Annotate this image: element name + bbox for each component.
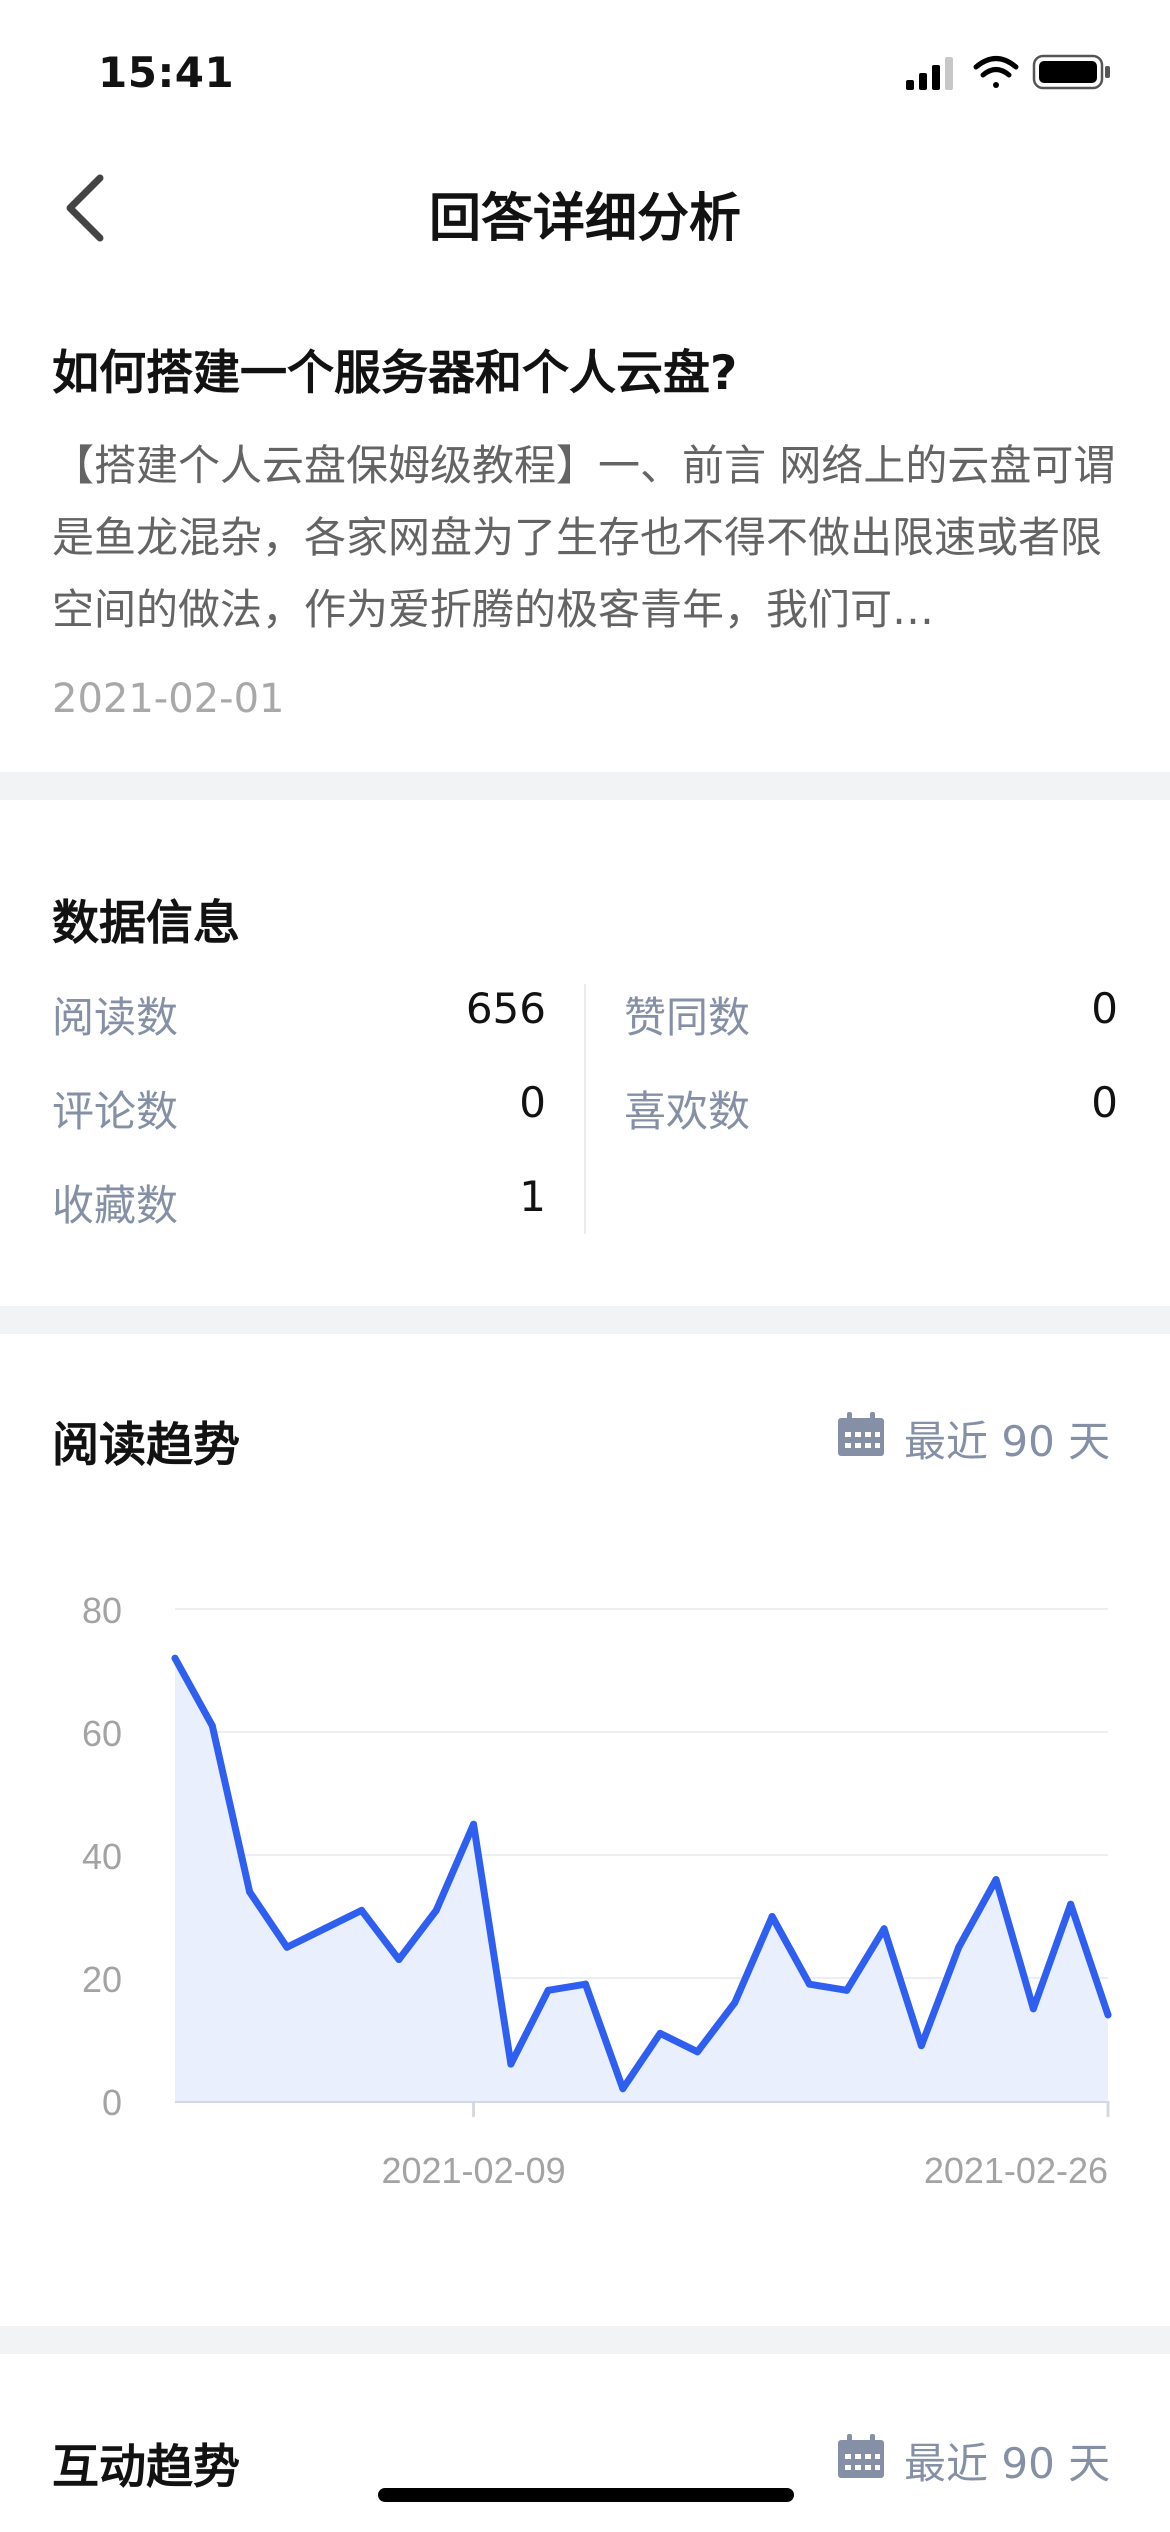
data-point [619,2085,627,2093]
data-point [395,1956,403,1964]
y-tick-label: 0 [102,2082,122,2123]
signal-icon [906,57,953,90]
data-point [656,2029,664,2037]
data-point [1067,1900,1075,1908]
read-trend-title: 阅读趋势 [52,1418,240,1473]
read-trend-card: 阅读趋势 最近 90 天 0 20 40 60 80 2021-02-09 2021-02-… [0,1334,1170,2326]
y-tick-label: 80 [82,1590,122,1631]
read-trend-chart[interactable]: 0 20 40 60 80 2021-02-09 2021-02-26 [0,1554,1170,2294]
data-point [917,2042,925,2050]
y-tick-label: 40 [82,1836,122,1877]
stat-likes: 喜欢数 0 [624,1078,1118,1138]
interaction-trend-title: 互动趋势 [52,2440,240,2495]
data-point [1029,2005,1037,2013]
data-point [507,2060,515,2068]
range-label: 最近 90 天 [904,2439,1111,2488]
answer-card[interactable]: 如何搭建一个服务器和个人云盘? 【搭建个人云盘保姆级教程】一、前言 网络上的云盘… [0,272,1170,772]
stat-value: 0 [519,1078,546,1127]
data-point [208,1722,216,1730]
data-point [880,1925,888,1933]
stats-title: 数据信息 [52,896,240,951]
data-point [320,1925,328,1933]
data-point [432,1906,440,1914]
data-point [246,1888,254,1896]
battery-icon [1032,54,1110,90]
data-point [992,1876,1000,1884]
home-indicator [378,2488,794,2502]
interaction-trend-card: 互动趋势 最近 90 天 [0,2354,1170,2532]
stat-value: 0 [1091,984,1118,1033]
stat-favorites: 收藏数 1 [52,1172,546,1232]
y-tick-label: 20 [82,1959,122,2000]
y-tick-label: 60 [82,1713,122,1754]
stat-label: 阅读数 [52,993,179,1042]
stat-upvotes: 赞同数 0 [624,984,1118,1044]
page-title: 回答详细分析 [428,189,741,249]
stat-label: 评论数 [52,1087,179,1136]
data-point [693,2048,701,2056]
read-trend-range-button[interactable]: 最近 90 天 [836,1408,1116,1468]
x-tick-label: 2021-02-09 [381,2150,565,2191]
stat-value: 0 [1091,1078,1118,1127]
range-label: 最近 90 天 [904,1417,1111,1466]
calendar-icon [838,2434,884,2478]
stat-comments: 评论数 0 [52,1078,546,1138]
stats-card: 数据信息 阅读数 656 评论数 0 收藏数 1 赞同数 0 喜欢数 0 [0,800,1170,1306]
stat-label: 赞同数 [624,993,751,1042]
data-point [470,1820,478,1828]
stat-label: 喜欢数 [624,1087,751,1136]
stat-label: 收藏数 [52,1181,179,1230]
data-point [358,1906,366,1914]
data-point [955,1943,963,1951]
data-point [731,1999,739,2007]
answer-excerpt: 【搭建个人云盘保姆级教程】一、前言 网络上的云盘可谓是鱼龙混杂，各家网盘为了生存… [52,441,1116,634]
wifi-icon [973,56,1019,88]
stat-value: 656 [465,984,546,1033]
question-title[interactable]: 如何搭建一个服务器和个人云盘? [52,334,737,403]
data-point [544,1986,552,1994]
data-point [768,1913,776,1920]
data-point [283,1943,291,1951]
screen: 15:41 回答详细分析 如何搭建一个服务器和个人云盘? 【搭建个人云盘保姆级教… [0,0,1170,2532]
data-point [582,1980,590,1988]
data-point [805,1980,813,1988]
status-time: 15:41 [98,48,235,97]
stat-value: 1 [519,1172,546,1221]
series-area [175,1658,1108,2101]
status-icons [906,54,1110,90]
data-point [171,1654,179,1662]
header: 15:41 回答详细分析 [0,0,1170,272]
calendar-icon [838,1412,884,1456]
answer-date: 2021-02-01 [52,676,285,722]
x-tick-label: 2021-02-26 [924,2150,1108,2191]
stat-reads: 阅读数 656 [52,984,546,1044]
stats-divider [584,984,586,1234]
interaction-trend-range-button[interactable]: 最近 90 天 [836,2430,1116,2490]
data-point [1104,2011,1112,2019]
data-point [843,1986,851,1994]
